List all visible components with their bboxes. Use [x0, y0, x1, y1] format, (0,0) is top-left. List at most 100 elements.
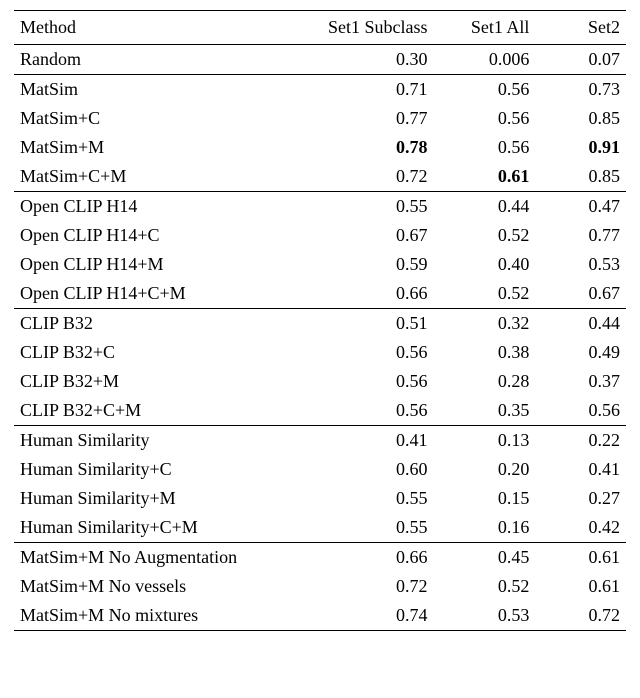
table-row: Human Similarity0.410.130.22	[14, 426, 626, 456]
value-cell: 0.72	[535, 601, 626, 631]
value-cell: 0.61	[535, 572, 626, 601]
method-cell: MatSim+M No vessels	[14, 572, 298, 601]
value-cell: 0.51	[298, 309, 434, 339]
method-cell: Random	[14, 45, 298, 75]
table-row: CLIP B320.510.320.44	[14, 309, 626, 339]
value-cell: 0.66	[298, 279, 434, 309]
value-cell: 0.07	[535, 45, 626, 75]
value-cell: 0.13	[434, 426, 536, 456]
value-cell: 0.30	[298, 45, 434, 75]
table-row: Open CLIP H140.550.440.47	[14, 192, 626, 222]
method-cell: Human Similarity+C	[14, 455, 298, 484]
value-cell: 0.40	[434, 250, 536, 279]
method-cell: MatSim+C+M	[14, 162, 298, 192]
table-row: MatSim+M No mixtures0.740.530.72	[14, 601, 626, 631]
method-cell: Open CLIP H14+C	[14, 221, 298, 250]
value-cell: 0.56	[434, 104, 536, 133]
value-cell: 0.77	[535, 221, 626, 250]
value-cell: 0.56	[535, 396, 626, 426]
value-cell: 0.74	[298, 601, 434, 631]
table-row: Human Similarity+C0.600.200.41	[14, 455, 626, 484]
value-cell: 0.91	[535, 133, 626, 162]
table-row: MatSim+C0.770.560.85	[14, 104, 626, 133]
value-cell: 0.67	[535, 279, 626, 309]
value-cell: 0.61	[535, 543, 626, 573]
value-cell: 0.52	[434, 221, 536, 250]
value-cell: 0.41	[535, 455, 626, 484]
table-row: Open CLIP H14+C+M0.660.520.67	[14, 279, 626, 309]
value-cell: 0.66	[298, 543, 434, 573]
col-header-set2: Set2	[535, 11, 626, 45]
value-cell: 0.35	[434, 396, 536, 426]
table-row: MatSim0.710.560.73	[14, 75, 626, 105]
table-row: CLIP B32+C+M0.560.350.56	[14, 396, 626, 426]
method-cell: CLIP B32+M	[14, 367, 298, 396]
value-cell: 0.72	[298, 162, 434, 192]
value-cell: 0.16	[434, 513, 536, 543]
value-cell: 0.27	[535, 484, 626, 513]
table-row: Human Similarity+M0.550.150.27	[14, 484, 626, 513]
value-cell: 0.49	[535, 338, 626, 367]
col-header-set1-all: Set1 All	[434, 11, 536, 45]
value-cell: 0.41	[298, 426, 434, 456]
method-cell: CLIP B32+C	[14, 338, 298, 367]
value-cell: 0.15	[434, 484, 536, 513]
col-header-set1-subclass: Set1 Subclass	[298, 11, 434, 45]
value-cell: 0.44	[535, 309, 626, 339]
method-cell: Human Similarity+M	[14, 484, 298, 513]
value-cell: 0.60	[298, 455, 434, 484]
table-row: MatSim+M No Augmentation0.660.450.61	[14, 543, 626, 573]
method-cell: Open CLIP H14+C+M	[14, 279, 298, 309]
value-cell: 0.85	[535, 162, 626, 192]
method-cell: MatSim+M	[14, 133, 298, 162]
value-cell: 0.56	[434, 75, 536, 105]
method-cell: MatSim+M No mixtures	[14, 601, 298, 631]
value-cell: 0.44	[434, 192, 536, 222]
value-cell: 0.61	[434, 162, 536, 192]
value-cell: 0.42	[535, 513, 626, 543]
method-cell: CLIP B32+C+M	[14, 396, 298, 426]
table-row: Open CLIP H14+M0.590.400.53	[14, 250, 626, 279]
value-cell: 0.56	[298, 367, 434, 396]
value-cell: 0.53	[535, 250, 626, 279]
value-cell: 0.006	[434, 45, 536, 75]
method-cell: Open CLIP H14	[14, 192, 298, 222]
value-cell: 0.53	[434, 601, 536, 631]
value-cell: 0.56	[298, 338, 434, 367]
value-cell: 0.45	[434, 543, 536, 573]
table-row: MatSim+M No vessels0.720.520.61	[14, 572, 626, 601]
value-cell: 0.55	[298, 192, 434, 222]
table-row: CLIP B32+C0.560.380.49	[14, 338, 626, 367]
value-cell: 0.56	[434, 133, 536, 162]
value-cell: 0.47	[535, 192, 626, 222]
table-row: MatSim+M0.780.560.91	[14, 133, 626, 162]
value-cell: 0.32	[434, 309, 536, 339]
table-header-row: Method Set1 Subclass Set1 All Set2	[14, 11, 626, 45]
table-row: CLIP B32+M0.560.280.37	[14, 367, 626, 396]
results-table: Method Set1 Subclass Set1 All Set2 Rando…	[14, 10, 626, 631]
table-row: Human Similarity+C+M0.550.160.42	[14, 513, 626, 543]
value-cell: 0.28	[434, 367, 536, 396]
method-cell: Human Similarity	[14, 426, 298, 456]
value-cell: 0.37	[535, 367, 626, 396]
value-cell: 0.72	[298, 572, 434, 601]
value-cell: 0.77	[298, 104, 434, 133]
value-cell: 0.55	[298, 513, 434, 543]
value-cell: 0.52	[434, 572, 536, 601]
table-row: Random0.300.0060.07	[14, 45, 626, 75]
value-cell: 0.71	[298, 75, 434, 105]
method-cell: Human Similarity+C+M	[14, 513, 298, 543]
table-row: Open CLIP H14+C0.670.520.77	[14, 221, 626, 250]
method-cell: Open CLIP H14+M	[14, 250, 298, 279]
value-cell: 0.78	[298, 133, 434, 162]
value-cell: 0.52	[434, 279, 536, 309]
value-cell: 0.73	[535, 75, 626, 105]
col-header-method: Method	[14, 11, 298, 45]
method-cell: MatSim+M No Augmentation	[14, 543, 298, 573]
value-cell: 0.85	[535, 104, 626, 133]
value-cell: 0.38	[434, 338, 536, 367]
method-cell: MatSim	[14, 75, 298, 105]
value-cell: 0.22	[535, 426, 626, 456]
value-cell: 0.59	[298, 250, 434, 279]
value-cell: 0.67	[298, 221, 434, 250]
